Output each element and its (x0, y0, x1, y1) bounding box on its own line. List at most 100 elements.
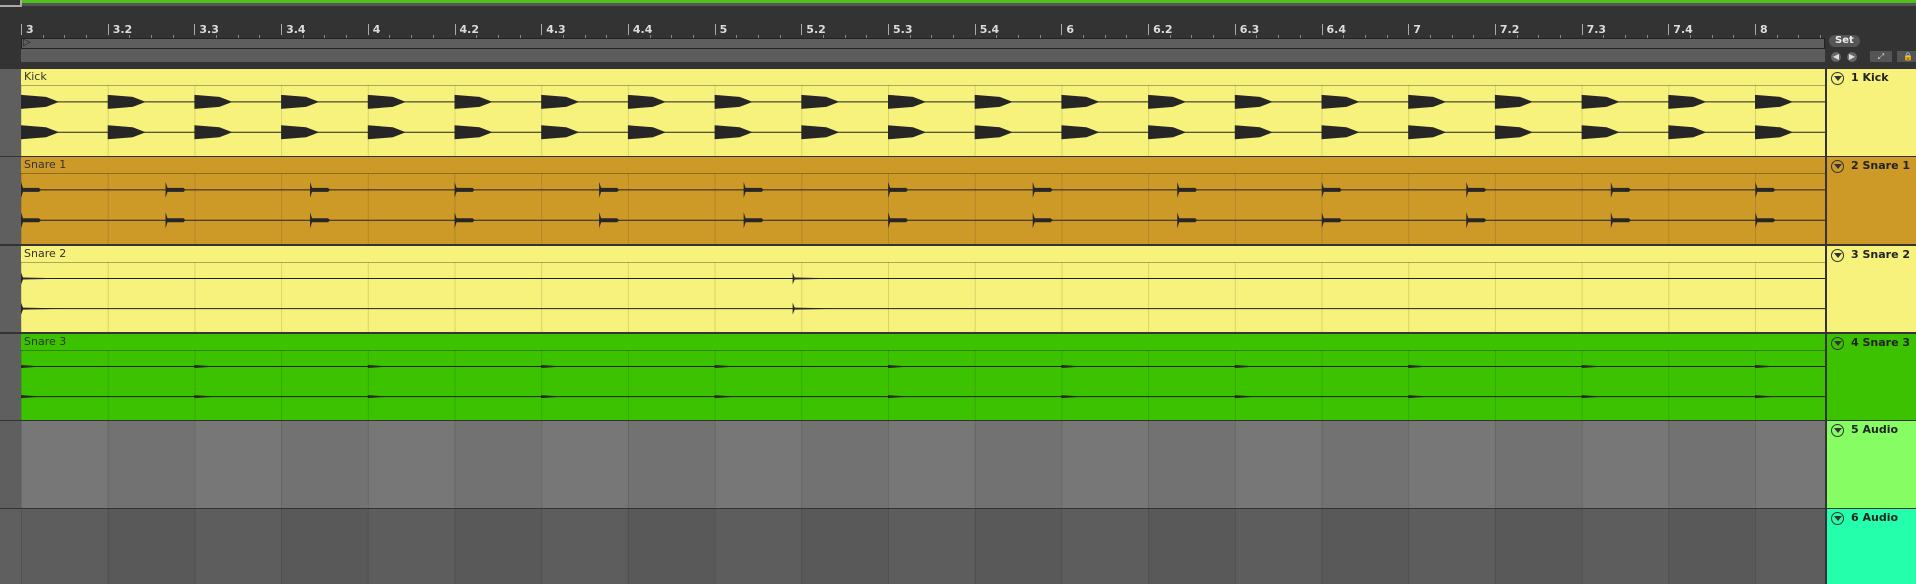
waveform-transient (714, 125, 753, 140)
clip-name: Snare 2 (24, 247, 67, 260)
waveform-transient (1466, 212, 1487, 229)
track-snare-1: Snare 1 2 Snare 1 (0, 157, 1916, 244)
track-name[interactable]: 5 Audio (1851, 423, 1898, 436)
waveform-transient (1148, 125, 1187, 140)
waveform-transient (1234, 125, 1273, 140)
bar-shade (281, 509, 368, 584)
waveform-transient (194, 395, 217, 399)
track-header[interactable]: 2 Snare 1 (1827, 157, 1916, 244)
waveform-transient (1581, 125, 1620, 140)
track-margin (0, 334, 21, 420)
scene-strip[interactable] (21, 49, 1825, 62)
waveform-transient (1581, 94, 1620, 109)
track-audio-5: 5 Audio (0, 421, 1916, 508)
waveform-transient (1581, 395, 1604, 399)
clip[interactable]: Snare 3 (21, 334, 1825, 420)
waveform-transient (281, 125, 320, 140)
overview-bar[interactable] (20, 3, 1916, 6)
waveform-transient (1494, 94, 1533, 109)
locator-strip[interactable]: ▷ (21, 37, 1825, 49)
set-button[interactable]: Set (1829, 35, 1860, 47)
waveform-transient (1408, 365, 1431, 369)
waveform-transient (21, 302, 71, 315)
track-audio-6: 6 Audio (0, 509, 1916, 584)
ruler-label: 3.3 (194, 24, 219, 35)
ruler-label: 6.4 (1321, 24, 1346, 35)
track-name[interactable]: 3 Snare 2 (1851, 248, 1910, 261)
fold-toggle-icon[interactable] (1831, 424, 1844, 437)
ruler-label: 7 (1408, 24, 1421, 35)
ruler-label: 5.2 (801, 24, 826, 35)
beat-ruler[interactable]: 3 3.2 3.3 3.4 4 4.2 4.3 4.4 5 5.2 5.3 5.4 6 6.2 6.3 6.4… (0, 22, 1825, 38)
waveform-transient (1668, 125, 1707, 140)
ruler-label: 6.3 (1234, 24, 1259, 35)
waveform-transient (888, 125, 926, 140)
waveform-transient (1668, 94, 1707, 109)
ruler-label: 7.4 (1668, 24, 1693, 35)
waveform-transient (599, 212, 620, 229)
ruler-label: 4.3 (541, 24, 566, 35)
track-name[interactable]: 1 Kick (1851, 71, 1889, 84)
waveform-transient (21, 94, 59, 109)
ruler-label: 6 (1061, 24, 1074, 35)
waveform-transient (1494, 125, 1533, 140)
waveform-transient (541, 395, 564, 399)
waveform-transient (454, 125, 493, 140)
track-header[interactable]: 4 Snare 3 (1827, 334, 1916, 420)
fold-toggle-icon[interactable] (1831, 160, 1844, 173)
waveform-transient (888, 94, 926, 109)
fold-toggle-icon[interactable] (1831, 72, 1844, 85)
waveform-transient (21, 365, 43, 369)
track-margin (0, 421, 21, 508)
empty-lane[interactable] (21, 421, 1825, 508)
track-name[interactable]: 4 Snare 3 (1851, 336, 1910, 349)
arrow-right-icon[interactable]: ▶ (1847, 52, 1857, 62)
waveform-transient (310, 212, 331, 229)
ruler-label: 4.4 (627, 24, 652, 35)
waveform-transient (310, 181, 331, 198)
clip[interactable]: Snare 2 (21, 246, 1825, 332)
bar-shade (1148, 421, 1235, 508)
waveform-transient (1321, 181, 1342, 198)
clip[interactable]: Kick (21, 69, 1825, 156)
waveform-transient (165, 181, 186, 198)
waveform-transient (194, 365, 217, 369)
expand-icon[interactable]: ⤢ (1870, 51, 1892, 62)
track-name[interactable]: 6 Audio (1851, 511, 1898, 524)
waveform-transient (1755, 395, 1777, 399)
bar-shade (1494, 509, 1582, 584)
arrow-left-icon[interactable]: ◀ (1831, 52, 1841, 62)
waveform-transient (1408, 395, 1431, 399)
waveform-transient (801, 125, 840, 140)
waveform-transient (1321, 94, 1360, 109)
waveform-transient (541, 94, 580, 109)
waveform-transient (165, 212, 186, 229)
waveform-transient (974, 125, 1013, 140)
waveform-transient (1755, 94, 1793, 109)
lock-icon[interactable]: 🔒 (1897, 51, 1916, 62)
clip[interactable]: Snare 1 (21, 157, 1825, 244)
track-header[interactable]: 1 Kick (1827, 69, 1916, 156)
fold-toggle-icon[interactable] (1831, 337, 1844, 350)
waveform-transient (1321, 125, 1360, 140)
waveform-transient (1610, 181, 1631, 198)
track-header[interactable]: 5 Audio (1827, 421, 1916, 508)
empty-lane[interactable] (21, 509, 1825, 584)
bar-shade (281, 421, 368, 508)
track-name[interactable]: 2 Snare 1 (1851, 159, 1910, 172)
waveform-transient (454, 181, 475, 198)
clip-name: Snare 1 (24, 158, 67, 171)
waveform-transient (1177, 212, 1198, 229)
waveform-transient (1061, 94, 1100, 109)
bar-shade (801, 421, 888, 508)
waveform-transient (1755, 125, 1793, 140)
track-header[interactable]: 3 Snare 2 (1827, 246, 1916, 332)
waveform-transient (21, 125, 59, 140)
play-marker-icon[interactable]: ▷ (23, 37, 31, 48)
track-snare-2: Snare 2 3 Snare 2 (0, 246, 1916, 332)
fold-toggle-icon[interactable] (1831, 512, 1844, 525)
track-header[interactable]: 6 Audio (1827, 509, 1916, 584)
fold-toggle-icon[interactable] (1831, 249, 1844, 262)
waveform-transient (792, 302, 843, 315)
waveform-transient (599, 181, 620, 198)
